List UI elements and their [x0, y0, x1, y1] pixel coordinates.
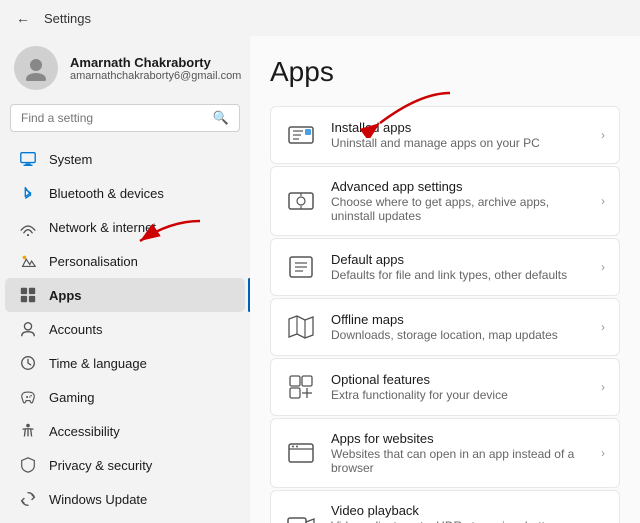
- accessibility-icon: [19, 422, 37, 440]
- user-email: amarnathchakraborty6@gmail.com: [70, 70, 241, 82]
- sidebar: Amarnath Chakraborty amarnathchakraborty…: [0, 36, 250, 523]
- page-title: Apps: [270, 56, 620, 88]
- search-box[interactable]: 🔍: [10, 104, 240, 132]
- time-icon: [19, 354, 37, 372]
- settings-item-video-playback[interactable]: Video playback Video adjustments, HDR st…: [270, 490, 620, 523]
- system-icon: [19, 150, 37, 168]
- settings-item-text: Advanced app settings Choose where to ge…: [331, 179, 587, 223]
- sidebar-item-label: Privacy & security: [49, 458, 152, 473]
- chevron-right-icon: ›: [601, 260, 605, 274]
- personalisation-icon: [19, 252, 37, 270]
- settings-item-description: Defaults for file and link types, other …: [331, 268, 567, 282]
- update-icon: [19, 490, 37, 508]
- search-input[interactable]: [21, 111, 205, 125]
- settings-item-text: Offline maps Downloads, storage location…: [331, 312, 558, 342]
- settings-item-text: Optional features Extra functionality fo…: [331, 372, 508, 402]
- user-name: Amarnath Chakraborty: [70, 55, 241, 70]
- sidebar-item-update[interactable]: Windows Update: [5, 482, 245, 516]
- settings-item-title: Default apps: [331, 252, 567, 267]
- sidebar-item-apps[interactable]: Apps: [5, 278, 245, 312]
- settings-item-description: Video adjustments, HDR streaming, batter…: [331, 519, 587, 523]
- sidebar-item-label: Personalisation: [49, 254, 138, 269]
- sidebar-item-accessibility[interactable]: Accessibility: [5, 414, 245, 448]
- back-button[interactable]: ←: [12, 8, 34, 28]
- privacy-icon: [19, 456, 37, 474]
- settings-item-text: Apps for websites Websites that can open…: [331, 431, 587, 475]
- settings-item-offline-maps[interactable]: Offline maps Downloads, storage location…: [270, 298, 620, 356]
- settings-item-optional-features[interactable]: Optional features Extra functionality fo…: [270, 358, 620, 416]
- default-icon: [285, 251, 317, 283]
- settings-item-title: Video playback: [331, 503, 587, 518]
- settings-item-text: Default apps Defaults for file and link …: [331, 252, 567, 282]
- sidebar-item-label: Bluetooth & devices: [49, 186, 164, 201]
- installed-icon: [285, 119, 317, 151]
- settings-item-default-apps[interactable]: Default apps Defaults for file and link …: [270, 238, 620, 296]
- window-title: Settings: [44, 11, 91, 26]
- settings-list: Installed apps Uninstall and manage apps…: [270, 106, 620, 523]
- active-indicator: [248, 278, 250, 312]
- sidebar-item-label: Network & internet: [49, 220, 156, 235]
- settings-item-title: Installed apps: [331, 120, 540, 135]
- chevron-right-icon: ›: [601, 446, 605, 460]
- advanced-icon: [285, 185, 317, 217]
- sidebar-item-label: System: [49, 152, 92, 167]
- sidebar-item-bluetooth[interactable]: Bluetooth & devices: [5, 176, 245, 210]
- main-content: Apps Installed apps Uninstall and manage…: [250, 36, 640, 523]
- accounts-icon: [19, 320, 37, 338]
- sidebar-item-network[interactable]: Network & internet: [5, 210, 245, 244]
- sidebar-item-personalisation[interactable]: Personalisation: [5, 244, 245, 278]
- settings-item-text: Installed apps Uninstall and manage apps…: [331, 120, 540, 150]
- websites-icon: [285, 437, 317, 469]
- user-section[interactable]: Amarnath Chakraborty amarnathchakraborty…: [0, 36, 250, 104]
- settings-item-title: Apps for websites: [331, 431, 587, 446]
- sidebar-item-label: Accessibility: [49, 424, 120, 439]
- settings-item-text: Video playback Video adjustments, HDR st…: [331, 503, 587, 523]
- sidebar-item-time[interactable]: Time & language: [5, 346, 245, 380]
- settings-item-title: Optional features: [331, 372, 508, 387]
- sidebar-item-label: Time & language: [49, 356, 147, 371]
- search-icon: 🔍: [213, 110, 229, 126]
- user-info: Amarnath Chakraborty amarnathchakraborty…: [70, 55, 241, 82]
- network-icon: [19, 218, 37, 236]
- video-icon: [285, 509, 317, 523]
- sidebar-item-system[interactable]: System: [5, 142, 245, 176]
- settings-item-description: Uninstall and manage apps on your PC: [331, 136, 540, 150]
- settings-item-description: Downloads, storage location, map updates: [331, 328, 558, 342]
- settings-item-description: Choose where to get apps, archive apps, …: [331, 195, 587, 223]
- settings-item-description: Extra functionality for your device: [331, 388, 508, 402]
- avatar: [14, 46, 58, 90]
- settings-item-description: Websites that can open in an app instead…: [331, 447, 587, 475]
- sidebar-item-label: Gaming: [49, 390, 95, 405]
- bluetooth-icon: [19, 184, 37, 202]
- settings-item-title: Offline maps: [331, 312, 558, 327]
- sidebar-item-privacy[interactable]: Privacy & security: [5, 448, 245, 482]
- chevron-right-icon: ›: [601, 518, 605, 523]
- sidebar-item-label: Windows Update: [49, 492, 147, 507]
- settings-item-installed-apps[interactable]: Installed apps Uninstall and manage apps…: [270, 106, 620, 164]
- chevron-right-icon: ›: [601, 128, 605, 142]
- settings-item-apps-for-websites[interactable]: Apps for websites Websites that can open…: [270, 418, 620, 488]
- optional-icon: [285, 371, 317, 403]
- maps-icon: [285, 311, 317, 343]
- sidebar-item-label: Accounts: [49, 322, 102, 337]
- sidebar-item-label: Apps: [49, 288, 82, 303]
- settings-item-advanced-app-settings[interactable]: Advanced app settings Choose where to ge…: [270, 166, 620, 236]
- sidebar-item-accounts[interactable]: Accounts: [5, 312, 245, 346]
- settings-item-title: Advanced app settings: [331, 179, 587, 194]
- apps-icon: [19, 286, 37, 304]
- chevron-right-icon: ›: [601, 194, 605, 208]
- nav-container: System Bluetooth & devices Network & int…: [0, 142, 250, 516]
- chevron-right-icon: ›: [601, 380, 605, 394]
- chevron-right-icon: ›: [601, 320, 605, 334]
- sidebar-item-gaming[interactable]: Gaming: [5, 380, 245, 414]
- gaming-icon: [19, 388, 37, 406]
